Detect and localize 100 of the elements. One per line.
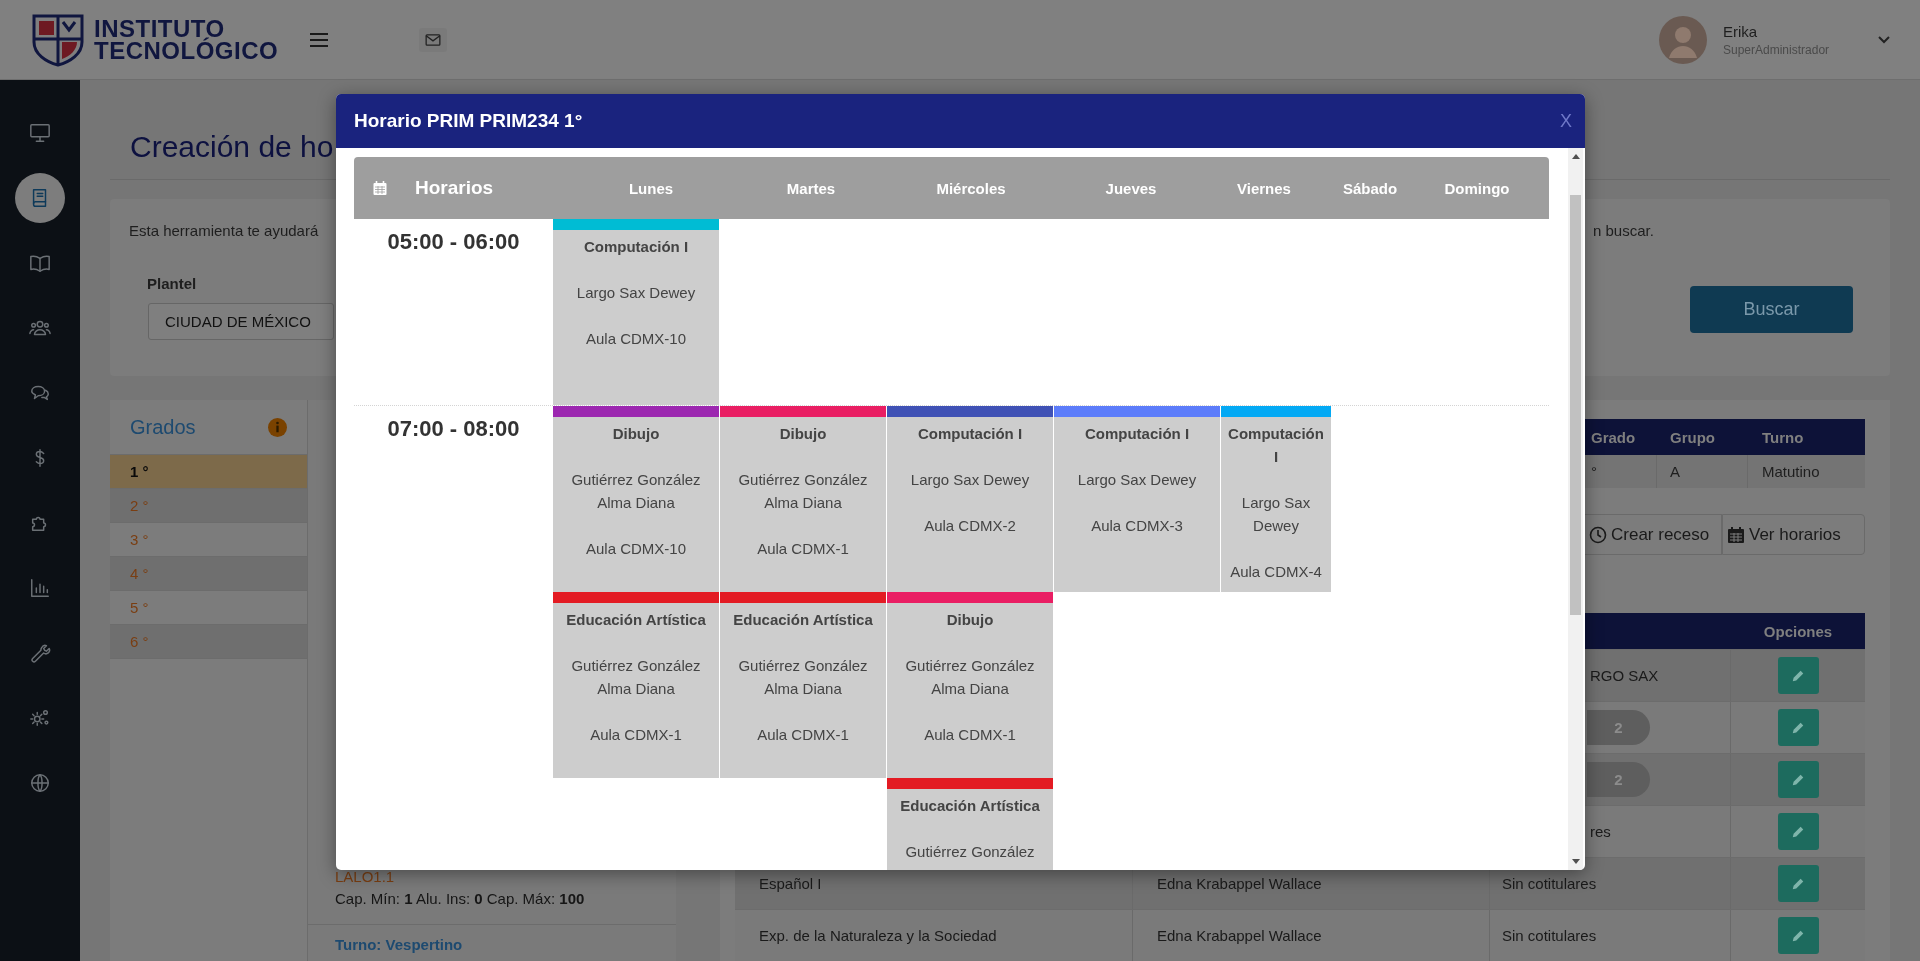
teacher-name: Gutiérrez González	[904, 842, 1036, 862]
teacher-name: Largo Sax Dewey	[909, 470, 1031, 490]
subject-name: Dibujo	[611, 424, 661, 444]
grade-item[interactable]: 1 °	[110, 455, 307, 489]
schedule-entry[interactable]: Dibujo Gutiérrez González Alma Diana Aula CDMX-1	[720, 406, 886, 592]
table-cell-text: Exp. de la Naturaleza y la Sociedad	[758, 927, 997, 944]
room-name: Aula CDMX-2	[923, 516, 1017, 536]
teacher-name: Gutiérrez González Alma Diana	[737, 656, 869, 699]
pencil-icon	[1791, 928, 1805, 943]
edit-button[interactable]	[1777, 709, 1819, 746]
subject-name: Dibujo	[778, 424, 828, 444]
subject-name: Computación I	[582, 237, 690, 257]
nav-button[interactable]	[15, 173, 65, 223]
day-header: Martes	[785, 179, 837, 197]
day-header: Viernes	[1236, 179, 1292, 197]
edit-button[interactable]	[1777, 657, 1819, 694]
teacher-name: Largo Sax Dewey	[1076, 470, 1198, 490]
teacher-name: Gutiérrez González Alma Diana	[570, 470, 702, 513]
description-text: Esta herramienta te ayudará	[129, 221, 320, 242]
teacher-name: Gutiérrez González Alma Diana	[570, 656, 702, 699]
clock-icon	[1589, 525, 1607, 544]
shift-title: Turno: Vespertino	[335, 935, 464, 955]
column-header: Horarios	[415, 177, 494, 199]
caret-icon[interactable]	[1878, 35, 1890, 44]
pencil-icon	[1791, 824, 1805, 839]
pencil-icon	[1791, 668, 1805, 683]
monitor-icon	[29, 122, 51, 144]
schedule-entry[interactable]: Educación Artística Gutiérrez González	[887, 778, 1053, 870]
schedule-entry[interactable]: Educación Artística Gutiérrez González Alma Diana Aula CDMX-1	[720, 592, 886, 778]
day-header: Lunes	[627, 179, 675, 197]
schedule-entry[interactable]: Dibujo Gutiérrez González Alma Diana Aula CDMX-1	[887, 592, 1053, 778]
table-cell-text: Edna Krabappel Wallace	[1156, 927, 1322, 944]
logo-text: TECNOLÓGICO	[94, 39, 280, 62]
page-title: Creación de ho	[130, 129, 334, 166]
user-name: Erika	[1723, 21, 1759, 42]
pencil-icon	[1791, 720, 1805, 735]
schedule-entry[interactable]: Dibujo Gutiérrez González Alma Diana Aula CDMX-10	[553, 406, 719, 592]
room-name: Aula CDMX-4	[1229, 562, 1323, 582]
globe-icon	[29, 772, 51, 794]
table-cell-text: Matutino	[1761, 462, 1821, 482]
room-name: Aula CDMX-10	[584, 329, 687, 349]
column-header: Turno	[1761, 427, 1805, 448]
wrench-icon	[29, 642, 51, 664]
schedule-entry[interactable]: Computación I Largo Sax Dewey Aula CDMX-10	[553, 219, 719, 405]
schedule-entry[interactable]: Computación I Largo Sax Dewey Aula CDMX-3	[1054, 406, 1220, 592]
subject-name: Computación I	[916, 424, 1024, 444]
action-button[interactable]: Ver horarios	[1722, 514, 1865, 555]
scrollbar[interactable]	[1568, 148, 1583, 870]
room-name: Aula CDMX-1	[589, 725, 683, 745]
schedule-entry[interactable]: Computación I Largo Sax Dewey Aula CDMX-2	[887, 406, 1053, 592]
calendar-icon	[1727, 525, 1745, 544]
bar-chart-icon	[29, 577, 51, 599]
avatar-icon	[1659, 15, 1707, 64]
teacher-name: Gutiérrez González Alma Diana	[737, 470, 869, 513]
day-header: Jueves	[1104, 179, 1158, 197]
description-text: n buscar.	[1593, 221, 1655, 242]
day-header: Domingo	[1443, 179, 1511, 197]
plantel-select[interactable]: CIUDAD DE MÉXICO	[148, 303, 334, 341]
dialog-title: Horario PRIM PRIM234 1°	[354, 110, 583, 132]
column-header: Grado	[1590, 427, 1637, 448]
teacher-name: Largo Sax Dewey	[575, 283, 697, 303]
info-icon	[268, 417, 287, 437]
table-cell-text: Edna Krabappel Wallace	[1156, 875, 1322, 892]
table-cell: A	[1657, 455, 1748, 488]
action-button[interactable]: Crear receso	[1585, 514, 1722, 555]
day-header: Sábado	[1341, 179, 1399, 197]
edit-button[interactable]	[1777, 917, 1819, 954]
edit-button[interactable]	[1777, 761, 1819, 798]
table-cell-text: res	[1590, 823, 1611, 840]
pencil-icon	[1791, 876, 1805, 891]
room-name: Aula CDMX-3	[1090, 516, 1184, 536]
search-button[interactable]: Buscar	[1690, 286, 1853, 334]
room-name: Aula CDMX-1	[756, 725, 850, 745]
subject-name: Educación Artística	[899, 796, 1041, 816]
schedule-entry[interactable]: Computación I Largo Sax Dewey Aula CDMX-4	[1221, 406, 1331, 592]
edit-button[interactable]	[1777, 813, 1819, 850]
edit-button[interactable]	[1777, 865, 1819, 902]
room-name: Aula CDMX-10	[584, 539, 687, 559]
time-slot: 07:00 - 08:00	[354, 416, 553, 442]
room-name: Aula CDMX-1	[756, 539, 850, 559]
schedule-entry[interactable]: Educación Artística Gutiérrez González Alma Diana Aula CDMX-1	[553, 592, 719, 778]
table-cell-text: RGO SAX	[1590, 667, 1659, 684]
pencil-icon	[1791, 772, 1805, 787]
mail-button[interactable]	[419, 27, 447, 52]
teacher-name: Largo Sax Dewey	[1240, 493, 1312, 536]
mail-icon	[425, 33, 441, 46]
panel-title: Grados	[130, 415, 196, 439]
subject-name: Educación Artística	[732, 610, 874, 630]
teacher-name: Gutiérrez González Alma Diana	[904, 656, 1036, 699]
close-button[interactable]: X	[1557, 109, 1575, 133]
table-cell-text: Sin cotitulares	[1501, 875, 1597, 892]
column-header: Grupo	[1669, 427, 1716, 448]
capacity-text: Cap. Mín: 1 Alu. Ins: 0 Cap. Máx: 100	[335, 889, 586, 909]
table-cell-text: Español I	[758, 875, 822, 892]
subject-name: Dibujo	[945, 610, 995, 630]
column-header: Opciones	[1762, 621, 1834, 642]
room-name: Aula CDMX-1	[923, 725, 1017, 745]
subject-name: Computación I	[1227, 424, 1325, 467]
time-slot: 05:00 - 06:00	[354, 229, 553, 255]
menu-icon[interactable]	[310, 32, 328, 47]
